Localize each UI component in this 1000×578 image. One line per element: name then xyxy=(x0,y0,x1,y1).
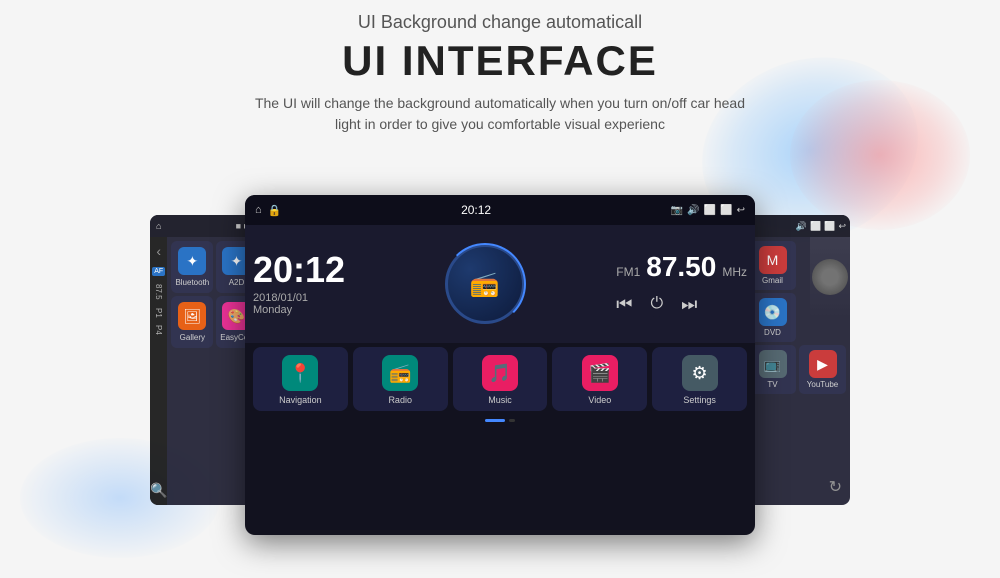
camera-icon: 📷 xyxy=(671,205,683,216)
left-status-bar: ⌂ ■ ■ xyxy=(150,215,255,237)
header-section: UI Background change automaticall UI INT… xyxy=(0,0,1000,135)
left-p4: P4 xyxy=(154,325,163,335)
app-music[interactable]: 🎵 Music xyxy=(453,347,548,411)
prev-track-icon[interactable]: ⏮ xyxy=(616,294,632,315)
settings-icon: ⚙ xyxy=(682,355,718,391)
lock-icon: 🔒 xyxy=(268,204,282,217)
header-title: UI INTERFACE xyxy=(0,37,1000,85)
dot-inactive xyxy=(509,419,515,422)
radio-circle[interactable]: 📻 xyxy=(445,244,525,324)
fm-info: FM1 87.50 MHz xyxy=(616,251,747,283)
radio-icon: 📻 xyxy=(470,270,500,299)
header-subtitle: UI Background change automaticall xyxy=(0,12,1000,33)
settings-label: Settings xyxy=(683,395,716,405)
home-icon[interactable]: ⌂ xyxy=(255,204,262,216)
app-navigation[interactable]: 📍 Navigation xyxy=(253,347,348,411)
clock-widget: 20:12 2018/01/01 Monday xyxy=(253,233,353,335)
fm-label: FM1 xyxy=(616,265,640,279)
left-app-gallery[interactable]: 🖼 Gallery xyxy=(171,296,213,348)
main-status-bar: ⌂ 🔒 20:12 📷 🔊 ⬜ ⬜ ↩ xyxy=(245,195,755,225)
music-label: Music xyxy=(488,395,512,405)
person-image xyxy=(810,237,850,317)
nav-label: Navigation xyxy=(279,395,322,405)
nav-icon: 📍 xyxy=(282,355,318,391)
screens-container: ⌂ ■ ■ ‹ AF 87.5 P1 P4 🔍 ✦ Bluetooth ✦ A2… xyxy=(0,195,1000,535)
next-track-icon[interactable]: ⏭ xyxy=(681,294,697,315)
screen-icon: ⬜ xyxy=(704,205,716,216)
left-bluetooth-icon: ✦ xyxy=(178,247,206,275)
right-app-youtube[interactable]: ▶ YouTube xyxy=(799,345,846,394)
clock-date: 2018/01/01 xyxy=(253,292,353,304)
app-video[interactable]: 🎬 Video xyxy=(552,347,647,411)
left-a2dp-label: A2D xyxy=(229,278,245,287)
tv-label: TV xyxy=(767,380,777,389)
dot-indicator xyxy=(245,415,755,426)
dot-active xyxy=(485,419,505,422)
left-gallery-icon: 🖼 xyxy=(178,302,206,330)
youtube-icon: ▶ xyxy=(809,350,837,378)
header-desc-line1: The UI will change the background automa… xyxy=(255,95,745,111)
gmail-icon: M xyxy=(759,246,787,274)
cast-icon: ⬜ xyxy=(720,205,732,216)
left-side-screen: ⌂ ■ ■ ‹ AF 87.5 P1 P4 🔍 ✦ Bluetooth ✦ A2… xyxy=(150,215,255,505)
clock-day: Monday xyxy=(253,304,353,316)
dvd-label: DVD xyxy=(764,328,781,337)
fm-controls: ⏮ ⏻ ⏭ xyxy=(616,291,747,317)
status-right: 📷 🔊 ⬜ ⬜ ↩ xyxy=(671,205,745,216)
radio-app-icon: 📻 xyxy=(382,355,418,391)
left-bluetooth-label: Bluetooth xyxy=(175,278,209,287)
music-icon: 🎵 xyxy=(482,355,518,391)
person-avatar xyxy=(812,259,848,295)
main-screen: ⌂ 🔒 20:12 📷 🔊 ⬜ ⬜ ↩ 20:12 2018/01/01 Mon… xyxy=(245,195,755,535)
app-radio[interactable]: 📻 Radio xyxy=(353,347,448,411)
volume-icon[interactable]: 🔊 xyxy=(687,205,699,216)
left-nav-back[interactable]: ‹ xyxy=(156,243,161,259)
back-icon[interactable]: ↩ xyxy=(737,205,745,216)
left-app-bluetooth[interactable]: ✦ Bluetooth xyxy=(171,241,213,293)
right-volume-icon: 🔊 xyxy=(796,221,807,232)
right-cast-icon: ⬜ xyxy=(824,221,835,232)
youtube-label: YouTube xyxy=(807,380,838,389)
header-desc-line2: light in order to give you comfortable v… xyxy=(335,116,665,132)
widget-area: 20:12 2018/01/01 Monday 📻 FM1 87.50 MHz … xyxy=(245,225,755,343)
right-app-gmail[interactable]: M Gmail xyxy=(749,241,796,290)
left-home-icon: ⌂ xyxy=(156,221,161,231)
right-status-bar: 🔊 ⬜ ⬜ ↩ xyxy=(745,215,850,237)
right-app-dvd[interactable]: 💿 DVD xyxy=(749,293,796,342)
fm-widget: FM1 87.50 MHz ⏮ ⏻ ⏭ xyxy=(616,233,747,335)
video-label: Video xyxy=(588,395,611,405)
refresh-icon[interactable]: ↻ xyxy=(829,477,842,497)
power-icon[interactable]: ⏻ xyxy=(646,291,667,317)
radio-label: Radio xyxy=(388,395,412,405)
right-screen-icon: ⬜ xyxy=(810,221,821,232)
clock-time: 20:12 xyxy=(253,252,353,288)
right-app-tv[interactable]: 📺 TV xyxy=(749,345,796,394)
left-af-badge: AF xyxy=(152,267,165,276)
left-p1: P1 xyxy=(154,308,163,318)
header-desc: The UI will change the background automa… xyxy=(0,93,1000,135)
right-side-screen: 🔊 ⬜ ⬜ ↩ M Gmail 💿 DVD xyxy=(745,215,850,505)
radio-widget: 📻 xyxy=(361,233,608,335)
status-left: ⌂ 🔒 xyxy=(255,204,281,217)
left-fm-freq: 87.5 xyxy=(154,284,163,300)
fm-unit: MHz xyxy=(722,265,747,279)
gmail-label: Gmail xyxy=(762,276,783,285)
dvd-icon: 💿 xyxy=(759,298,787,326)
video-icon: 🎬 xyxy=(582,355,618,391)
app-grid: 📍 Navigation 📻 Radio 🎵 Music 🎬 Video ⚙ S xyxy=(245,343,755,415)
status-time: 20:12 xyxy=(461,203,491,217)
right-back-icon[interactable]: ↩ xyxy=(838,221,846,232)
left-search-icon[interactable]: 🔍 xyxy=(150,482,167,499)
tv-icon: 📺 xyxy=(759,350,787,378)
left-gallery-label: Gallery xyxy=(180,333,205,342)
fm-freq: 87.50 xyxy=(646,251,716,283)
app-settings[interactable]: ⚙ Settings xyxy=(652,347,747,411)
